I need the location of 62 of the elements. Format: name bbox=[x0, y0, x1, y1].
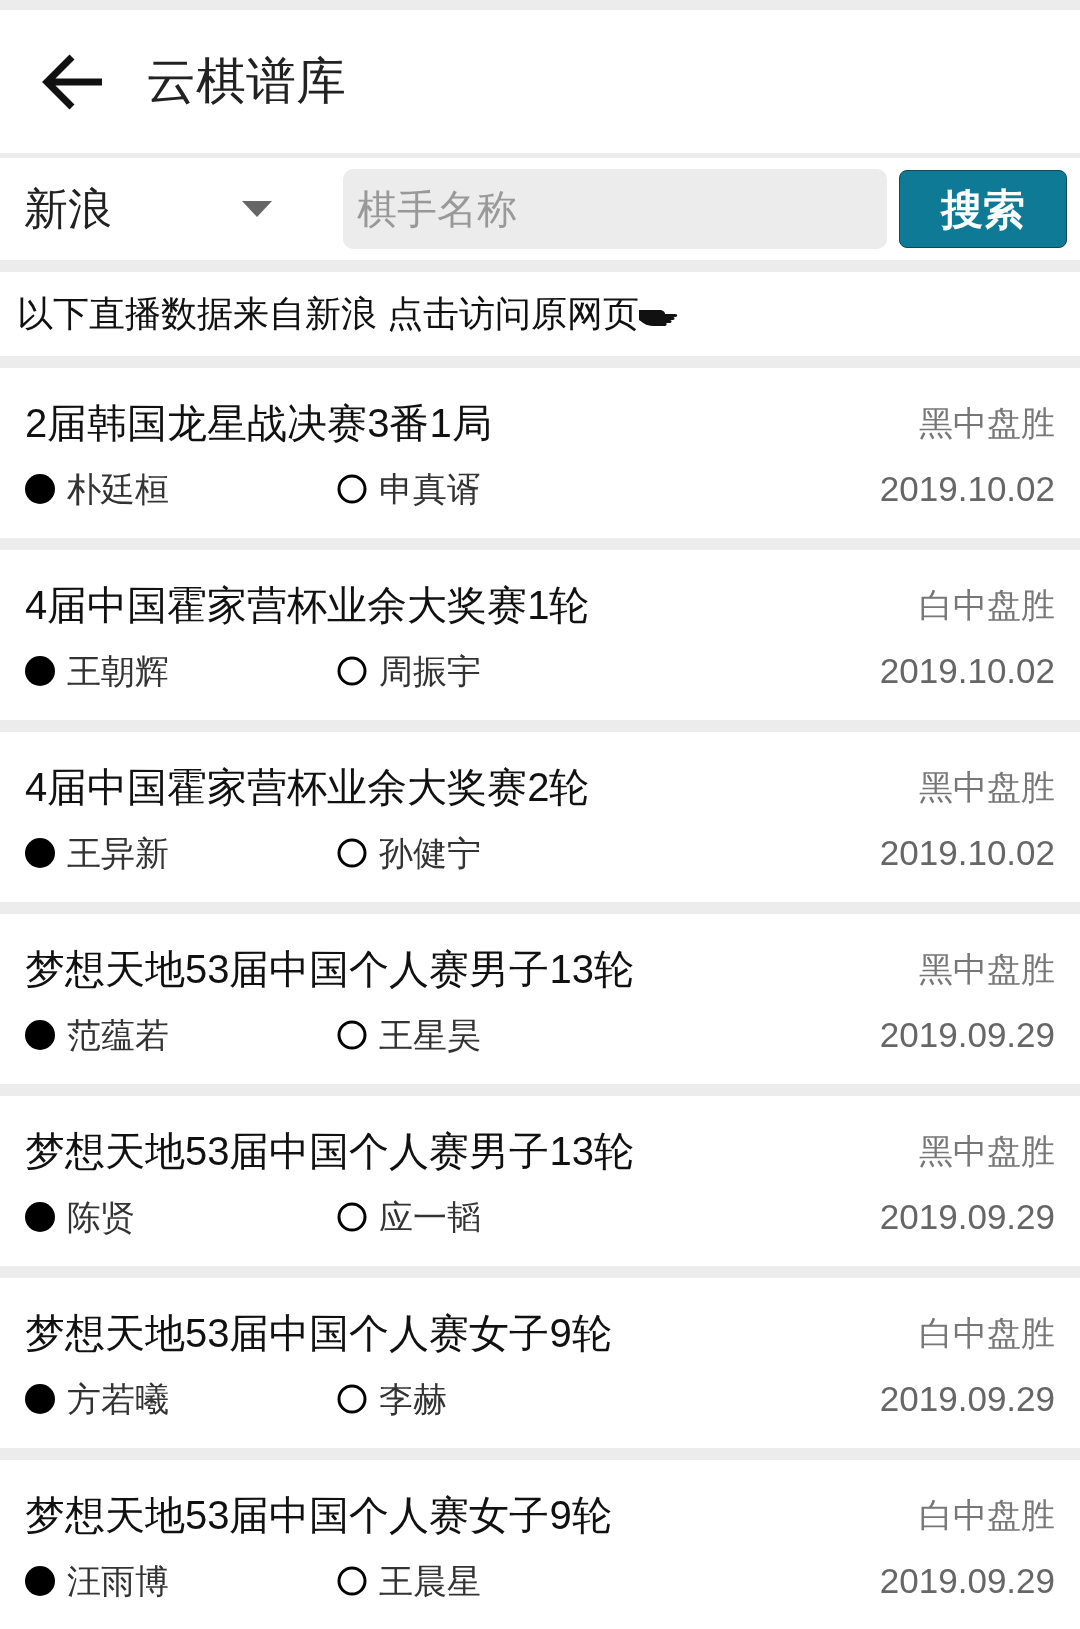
second-player: 孙健宁 bbox=[379, 832, 481, 874]
hollow-stone-icon bbox=[337, 1566, 367, 1596]
game-title: 梦想天地53届中国个人赛女子9轮 bbox=[25, 1492, 612, 1539]
hollow-stone-icon bbox=[337, 1020, 367, 1050]
game-result: 白中盘胜 bbox=[919, 584, 1055, 626]
hollow-stone-icon bbox=[337, 1202, 367, 1232]
game-title: 梦想天地53届中国个人赛男子13轮 bbox=[25, 946, 634, 993]
filled-stone-icon bbox=[25, 1020, 55, 1050]
game-result: 黑中盘胜 bbox=[919, 766, 1055, 808]
game-date: 2019.10.02 bbox=[879, 649, 1055, 692]
first-player: 汪雨博 bbox=[67, 1561, 169, 1600]
first-player: 方若曦 bbox=[67, 1379, 169, 1418]
first-player: 王异新 bbox=[67, 833, 169, 872]
second-player: 王晨星 bbox=[379, 1560, 481, 1602]
filled-stone-icon bbox=[25, 474, 55, 504]
game-result: 黑中盘胜 bbox=[919, 1130, 1055, 1172]
game-row[interactable]: 梦想天地53届中国个人赛女子9轮 白中盘胜 汪雨博 王晨星 2019.09.29 bbox=[0, 1460, 1080, 1629]
game-date: 2019.09.29 bbox=[879, 1377, 1055, 1420]
search-field[interactable]: 棋手名称 bbox=[343, 169, 887, 249]
filled-stone-icon bbox=[25, 1202, 55, 1232]
game-row[interactable]: 4届中国霍家营杯业余大奖赛1轮 白中盘胜 王朝辉 周振宇 2019.10.02 bbox=[0, 550, 1080, 720]
game-row[interactable]: 梦想天地53届中国个人赛男子13轮 黑中盘胜 范蕴若 王星昊 2019.09.29 bbox=[0, 914, 1080, 1084]
game-row[interactable]: 2届韩国龙星战决赛3番1局 黑中盘胜 朴廷桓 申真谞 2019.10.02 bbox=[0, 368, 1080, 538]
game-row[interactable]: 梦想天地53届中国个人赛男子13轮 黑中盘胜 陈贤 应一韬 2019.09.29 bbox=[0, 1096, 1080, 1266]
second-player: 申真谞 bbox=[379, 468, 481, 510]
game-title: 4届中国霍家营杯业余大奖赛2轮 bbox=[25, 764, 590, 811]
hollow-stone-icon bbox=[337, 474, 367, 504]
game-row[interactable]: 4届中国霍家营杯业余大奖赛2轮 黑中盘胜 王异新 孙健宁 2019.10.02 bbox=[0, 732, 1080, 902]
second-player: 李赫 bbox=[379, 1378, 447, 1420]
game-result: 黑中盘胜 bbox=[919, 948, 1055, 990]
second-player: 王星昊 bbox=[379, 1014, 481, 1056]
filled-stone-icon bbox=[25, 838, 55, 868]
game-title: 梦想天地53届中国个人赛男子13轮 bbox=[25, 1128, 634, 1175]
first-player: 朴廷桓 bbox=[67, 469, 169, 508]
source-dropdown[interactable]: 新浪 bbox=[24, 176, 284, 242]
game-title: 梦想天地53届中国个人赛女子9轮 bbox=[25, 1310, 612, 1357]
game-result: 黑中盘胜 bbox=[919, 402, 1055, 444]
filled-stone-icon bbox=[25, 1384, 55, 1414]
filled-stone-icon bbox=[25, 656, 55, 686]
game-date: 2019.10.02 bbox=[879, 831, 1055, 874]
game-date: 2019.10.02 bbox=[879, 467, 1055, 510]
first-player: 范蕴若 bbox=[67, 1015, 169, 1054]
game-title: 4届中国霍家营杯业余大奖赛1轮 bbox=[25, 582, 590, 629]
search-button[interactable]: 搜索 bbox=[899, 170, 1067, 248]
page-title: 云棋谱库 bbox=[146, 52, 346, 111]
game-row[interactable]: 梦想天地53届中国个人赛女子9轮 白中盘胜 方若曦 李赫 2019.09.29 bbox=[0, 1278, 1080, 1448]
game-result: 白中盘胜 bbox=[919, 1494, 1055, 1536]
hollow-stone-icon bbox=[337, 656, 367, 686]
second-player: 应一韬 bbox=[379, 1196, 481, 1238]
hollow-stone-icon bbox=[337, 838, 367, 868]
notice-link[interactable]: 以下直播数据来自新浪 点击访问原网页 bbox=[17, 287, 639, 341]
filled-stone-icon bbox=[25, 1566, 55, 1596]
game-title: 2届韩国龙星战决赛3番1局 bbox=[25, 400, 492, 447]
caret-icon bbox=[242, 201, 272, 217]
hollow-stone-icon bbox=[337, 1384, 367, 1414]
game-date: 2019.09.29 bbox=[879, 1195, 1055, 1238]
game-date: 2019.09.29 bbox=[879, 1559, 1055, 1602]
first-player: 王朝辉 bbox=[67, 651, 169, 690]
game-result: 白中盘胜 bbox=[919, 1312, 1055, 1354]
game-date: 2019.09.29 bbox=[879, 1013, 1055, 1056]
first-player: 陈贤 bbox=[67, 1197, 135, 1236]
second-player: 周振宇 bbox=[379, 650, 481, 692]
